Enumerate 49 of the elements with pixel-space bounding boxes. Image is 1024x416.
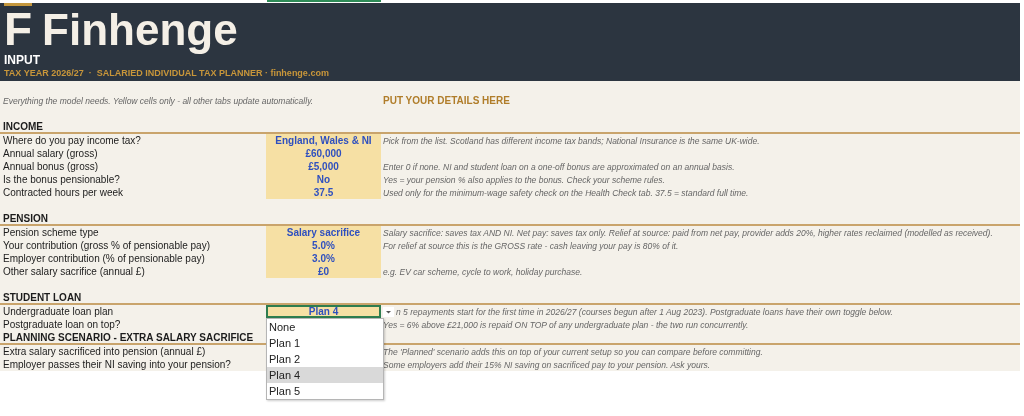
section-heading: PENSION (3, 212, 48, 224)
field-label: Annual bonus (gross) (3, 161, 99, 172)
field-label: Extra salary sacrificed into pension (annual £) (3, 346, 206, 357)
field-label: Contracted hours per week (3, 187, 124, 198)
subtitle: TAX YEAR 2026/27 · SALARIED INDIVIDUAL TAX PLANNER · finhenge.com (4, 67, 330, 79)
dropdown-option[interactable]: Plan 2 (267, 351, 383, 367)
input-cell[interactable]: 3.0% (266, 252, 381, 265)
field-label: Employer passes their NI saving into your pension? (3, 359, 231, 370)
field-label: Is the bonus pensionable? (3, 174, 120, 185)
field-label: Undergraduate loan plan (3, 306, 114, 317)
field-label: Your contribution (gross % of pensionable pay) (3, 240, 210, 251)
field-label: Employer contribution (% of pensionable pay) (3, 253, 205, 264)
section-heading: INCOME (3, 120, 43, 132)
input-cell[interactable]: £60,000 (266, 147, 381, 160)
help-note: For relief at source this is the GROSS rate - cash leaving your pay is 80% of it. (383, 240, 679, 251)
brand-name: Finhenge (42, 6, 238, 54)
input-cell[interactable]: 37.5 (266, 186, 381, 199)
section-heading: PLANNING SCENARIO - EXTRA SALARY SACRIFICE (3, 331, 254, 343)
intro-note: Everything the model needs. Yellow cells only - all other tabs update automatically. (3, 96, 314, 106)
input-cell[interactable]: No (266, 173, 381, 186)
dropdown-option[interactable]: Plan 4 (267, 367, 383, 383)
help-note: Pick from the list. Scotland has different income tax bands; National Insurance is the same UK-wide. (383, 135, 760, 146)
help-note: Yes = your pension % also applies to the bonus. Check your scheme rules. (383, 174, 665, 185)
dropdown-option[interactable]: Plan 1 (267, 335, 383, 351)
help-note: Yes = 6% above £21,000 is repaid ON TOP of any undergraduate plan - the two run concurrently. (383, 319, 749, 330)
input-cell[interactable]: Plan 4 (266, 305, 381, 318)
help-note: Used only for the minimum-wage safety check on the Health Check tab. 37.5 = standard full time. (383, 187, 749, 198)
input-cell[interactable]: Salary sacrifice (266, 226, 381, 239)
help-note: e.g. EV car scheme, cycle to work, holiday purchase. (383, 266, 583, 277)
dropdown-option[interactable]: Plan 5 (267, 383, 383, 399)
sheet-title: INPUT (4, 53, 41, 67)
input-cell[interactable]: England, Wales & NI (266, 134, 381, 147)
field-label: Pension scheme type (3, 227, 99, 238)
input-cell[interactable]: £0 (266, 265, 381, 278)
logo-mark: F (4, 3, 33, 52)
help-note: Salary sacrifice: saves tax AND NI. Net pay: saves tax only. Relief at source: paid from net pay, provider adds 20%, higher rates reclaimed (modelled as received). (383, 227, 993, 238)
help-note: n 5 repayments start for the first time in 2026/27 (courses begun after 1 Aug 2023). Postgraduate loans have their own toggle below. (396, 306, 893, 317)
field-label: Postgraduate loan on top? (3, 319, 121, 330)
input-cell[interactable]: £5,000 (266, 160, 381, 173)
input-cell[interactable]: 5.0% (266, 239, 381, 252)
help-note: Some employers add their 15% NI saving on sacrificed pay to your pension. Ask yours. (383, 359, 711, 370)
field-label: Annual salary (gross) (3, 148, 98, 159)
help-note: The 'Planned' scenario adds this on top of your current setup so you can compare before committing. (383, 346, 763, 357)
help-note: Enter 0 if none. NI and student loan on a one-off bonus are approximated on an annual basis. (383, 161, 735, 172)
callout-heading: PUT YOUR DETAILS HERE (383, 95, 510, 106)
dropdown-option[interactable]: None (267, 319, 383, 335)
field-label: Other salary sacrifice (annual £) (3, 266, 145, 277)
field-label: Where do you pay income tax? (3, 135, 141, 146)
section-heading: STUDENT LOAN (3, 291, 82, 303)
